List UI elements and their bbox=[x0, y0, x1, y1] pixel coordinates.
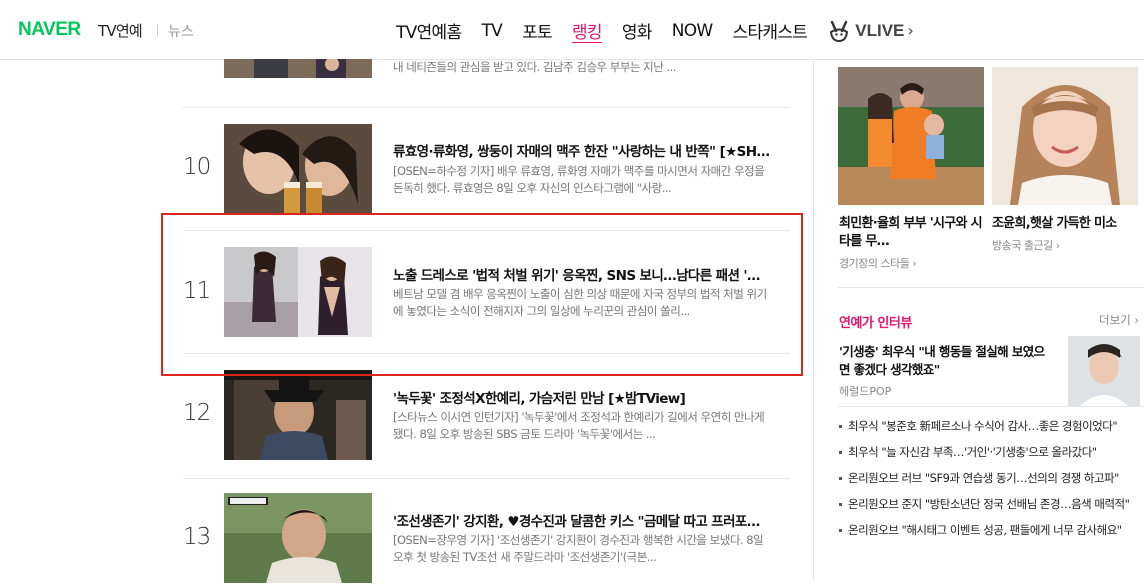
vlive-arrow-icon: › bbox=[907, 21, 914, 40]
list-item[interactable]: 최우식 "늘 자신감 부족…'거인'·'기생충'으로 올라갔다" bbox=[839, 444, 1139, 460]
list-divider bbox=[183, 107, 790, 108]
nav-item-ranking[interactable]: 랭킹 bbox=[572, 18, 603, 43]
nav-item-tv-home[interactable]: TV연예홈 bbox=[396, 18, 462, 43]
list-item-text: 온리원오브 러브 "SF9과 연습생 동기…선의의 경쟁 하고파" bbox=[848, 471, 1119, 485]
photo-card-title[interactable]: 조윤희,햇살 가득한 미소 bbox=[992, 215, 1138, 233]
previous-item-description[interactable]: 내 네티즌들의 관심을 받고 있다. 김남주 김승우 부부는 지난 ... bbox=[393, 59, 676, 75]
photo-card-image[interactable] bbox=[838, 67, 984, 205]
nav-item-movie[interactable]: 영화 bbox=[622, 18, 653, 43]
section-divider bbox=[838, 406, 1144, 407]
article-title[interactable]: '녹두꽃' 조정석X한예리, 가슴저린 만남 [★밤TView] bbox=[393, 387, 771, 407]
bullet-icon bbox=[839, 529, 842, 532]
photo-card-source-link[interactable]: 방송국 출근길 › bbox=[992, 237, 1060, 253]
nav-item-starcast[interactable]: 스타캐스트 bbox=[733, 18, 808, 43]
article-description[interactable]: [스타뉴스 이시연 인턴기자] '녹두꽃'에서 조정석과 한예리가 길에서 우연… bbox=[393, 409, 771, 443]
interview-headline[interactable]: '기생충' 최우식 "내 행동들 절실해 보였으면 좋겠다 생각했죠" bbox=[839, 343, 1053, 379]
top-navigation-bar: NAVER TV연예 뉴스 TV연예홈 TV 포토 랭킹 영화 NOW 스타캐스… bbox=[0, 0, 1144, 60]
photo-card-title[interactable]: 최민환·율희 부부 '시구와 시타를 무… bbox=[839, 215, 985, 251]
article-title[interactable]: 류효영·류화영, 쌍둥이 자매의 맥주 한잔 "사랑하는 내 반쪽" [★SHO… bbox=[393, 140, 771, 160]
bullet-icon bbox=[839, 503, 842, 506]
bullet-icon bbox=[839, 425, 842, 428]
nav-item-photo[interactable]: 포토 bbox=[522, 18, 553, 43]
list-item-text: 온리원오브 "해시태그 이벤트 성공, 팬들에게 너무 감사해요" bbox=[848, 523, 1122, 537]
subsection-news[interactable]: 뉴스 bbox=[168, 21, 194, 41]
nav-item-tv[interactable]: TV bbox=[481, 21, 502, 41]
article-description[interactable]: [OSEN=장우영 기자] '조선생존기' 강지환이 경수진과 행복한 시간을 … bbox=[393, 532, 771, 566]
list-divider bbox=[183, 478, 790, 479]
article-thumbnail[interactable] bbox=[224, 493, 372, 583]
article-thumbnail[interactable] bbox=[224, 370, 372, 460]
vlive-label: VLIVE bbox=[855, 20, 905, 40]
vlive-logo-icon bbox=[830, 20, 849, 42]
naver-logo[interactable]: NAVER bbox=[18, 19, 81, 41]
bullet-icon bbox=[839, 451, 842, 454]
photo-card-image[interactable] bbox=[992, 67, 1138, 205]
rank-number: 12 bbox=[183, 400, 211, 426]
column-divider bbox=[813, 60, 814, 581]
list-item-text: 온리원오브 준지 "방탄소년단 정국 선배님 존경…음색 매력적" bbox=[848, 497, 1130, 511]
main-nav: TV연예홈 TV 포토 랭킹 영화 NOW 스타캐스트 VLIVE › bbox=[396, 18, 914, 43]
bullet-icon bbox=[839, 477, 842, 480]
list-item[interactable]: 온리원오브 러브 "SF9과 연습생 동기…선의의 경쟁 하고파" bbox=[839, 470, 1139, 486]
article-title[interactable]: '조선생존기' 강지환, ♥경수진과 달콤한 키스 "금메달 따고 프러포즈… bbox=[393, 510, 771, 530]
list-item[interactable]: 최우식 "봉준호 新페르소나 수식어 감사…좋은 경험이었다" bbox=[839, 418, 1139, 434]
photo-card-source-link[interactable]: 경기장의 스타들 › bbox=[839, 255, 917, 271]
vlive-link[interactable]: VLIVE › bbox=[827, 19, 914, 43]
more-link[interactable]: 더보기 › bbox=[1099, 312, 1139, 328]
list-item[interactable]: 온리원오브 준지 "방탄소년단 정국 선배님 존경…음색 매력적" bbox=[839, 496, 1139, 512]
section-divider bbox=[838, 287, 1144, 288]
header-divider bbox=[157, 24, 158, 36]
list-item-text: 최우식 "봉준호 新페르소나 수식어 감사…좋은 경험이었다" bbox=[848, 419, 1118, 433]
list-item[interactable]: 온리원오브 "해시태그 이벤트 성공, 팬들에게 너무 감사해요" bbox=[839, 522, 1139, 538]
interview-thumbnail[interactable] bbox=[1068, 336, 1140, 406]
list-item-text: 최우식 "늘 자신감 부족…'거인'·'기생충'으로 올라갔다" bbox=[848, 445, 1097, 459]
previous-item-thumbnail[interactable] bbox=[224, 57, 372, 78]
section-title[interactable]: TV연예 bbox=[98, 20, 143, 41]
interview-section-title: 연예가 인터뷰 bbox=[839, 316, 912, 331]
highlight-box bbox=[161, 213, 803, 376]
interview-source: 헤럴드POP bbox=[839, 385, 892, 398]
nav-item-now[interactable]: NOW bbox=[672, 21, 714, 41]
rank-number: 13 bbox=[183, 524, 211, 550]
article-thumbnail[interactable] bbox=[224, 124, 372, 214]
rank-number: 10 bbox=[183, 154, 211, 180]
article-description[interactable]: [OSEN=하수정 기자] 배우 류효영, 류화영 자매가 맥주를 마시면서 자… bbox=[393, 163, 771, 197]
